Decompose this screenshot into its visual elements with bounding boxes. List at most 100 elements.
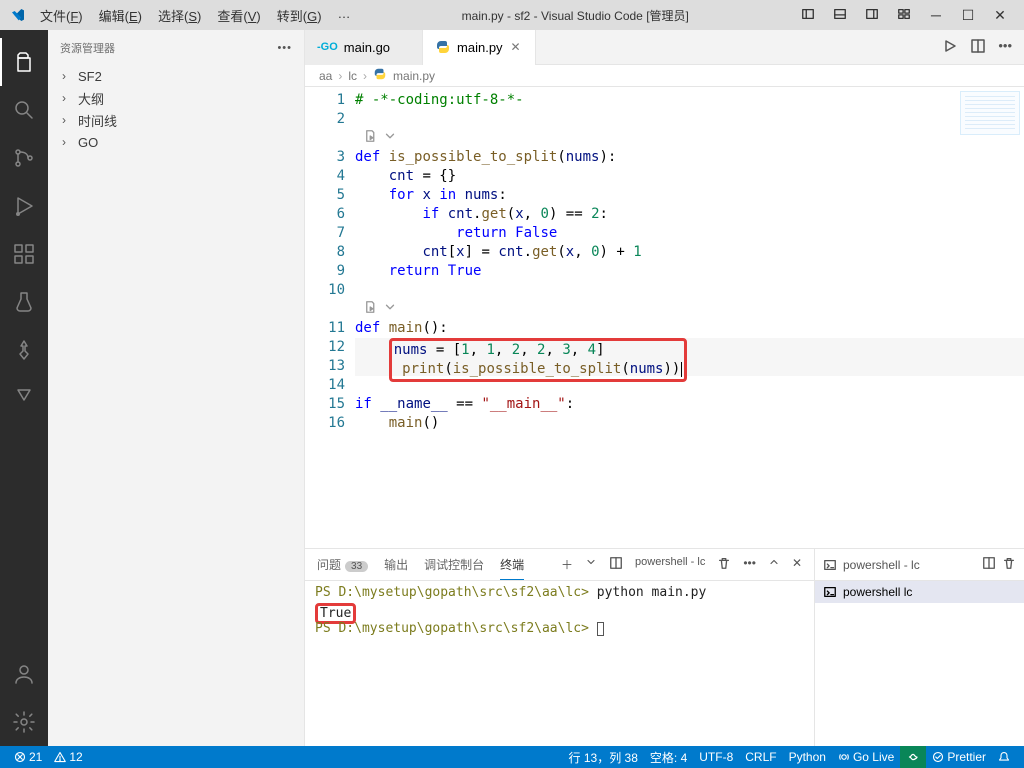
code-line[interactable]	[355, 129, 1024, 148]
code-line[interactable]: return False	[355, 224, 1024, 243]
breadcrumb[interactable]: aa›lc›main.py	[305, 65, 1024, 87]
terminal-dropdown-icon[interactable]	[585, 556, 597, 573]
activity-explorer[interactable]	[0, 38, 48, 86]
status-encoding[interactable]: UTF-8	[693, 746, 739, 768]
maximize-button[interactable]: ☐	[954, 7, 982, 24]
panel-tab[interactable]: 问题33	[317, 550, 368, 579]
panel-tab[interactable]: 终端	[500, 550, 524, 580]
panel-close-icon[interactable]: ✕	[792, 556, 802, 573]
panel-more-icon[interactable]: •••	[743, 556, 756, 573]
activity-testing[interactable]	[0, 278, 48, 326]
code-line[interactable]: for x in nums:	[355, 186, 1024, 205]
code-line[interactable]: return True	[355, 262, 1024, 281]
python-file-icon	[373, 67, 387, 81]
tab-label: main.py	[457, 40, 503, 55]
status-cursor[interactable]: 行 13，列 38	[563, 746, 644, 768]
status-go-live[interactable]: Go Live	[832, 746, 900, 768]
panel-tab-label: 终端	[500, 558, 524, 572]
activity-bookmark[interactable]	[0, 374, 48, 422]
activity-account[interactable]	[0, 650, 48, 698]
code-line[interactable]	[355, 110, 1024, 129]
minimize-button[interactable]: ─	[922, 7, 950, 23]
new-terminal-icon[interactable]: ＋	[561, 556, 573, 573]
panel-maximize-icon[interactable]	[768, 556, 780, 573]
panel-tabs: 问题33输出调试控制台终端 ＋ powershell - lc ••• ✕	[305, 549, 814, 581]
activity-bar	[0, 30, 48, 746]
sidebar-section-label: GO	[78, 135, 98, 150]
status-ext-icon[interactable]	[900, 746, 926, 768]
terminal-list: powershell - lc powershell lc	[814, 549, 1024, 746]
terminal-list-item[interactable]: powershell lc	[815, 581, 1024, 603]
layout-sidebar-right-icon[interactable]	[858, 7, 886, 24]
activity-search[interactable]	[0, 86, 48, 134]
menu-item[interactable]: 选择(S)	[152, 4, 207, 27]
vscode-logo-icon	[10, 7, 26, 23]
activity-run-debug[interactable]	[0, 182, 48, 230]
sidebar-section[interactable]: ›GO	[48, 131, 304, 153]
status-bar: 21 12 行 13，列 38 空格: 4 UTF-8 CRLF Python …	[0, 746, 1024, 768]
split-editor-icon[interactable]	[970, 38, 986, 57]
terminal-line: True	[315, 603, 804, 621]
split-terminal-icon[interactable]	[982, 556, 996, 573]
code-line[interactable]: if __name__ == "__main__":	[355, 395, 1024, 414]
editor-tab[interactable]: main.py ✕	[423, 30, 536, 65]
code-line[interactable]: def is_possible_to_split(nums):	[355, 148, 1024, 167]
code-line[interactable]: def main():	[355, 319, 1024, 338]
status-warnings[interactable]: 12	[48, 746, 88, 768]
panel-tab[interactable]: 输出	[384, 550, 408, 579]
kill-terminal-icon[interactable]	[717, 556, 731, 573]
status-prettier[interactable]: Prettier	[926, 746, 992, 768]
kill-terminal-icon[interactable]	[1002, 556, 1016, 573]
code-line[interactable]	[355, 300, 1024, 319]
status-spaces[interactable]: 空格: 4	[644, 746, 693, 768]
panel-tab-label: 调试控制台	[424, 558, 484, 572]
activity-extensions[interactable]	[0, 230, 48, 278]
code-line[interactable]: if cnt.get(x, 0) == 2:	[355, 205, 1024, 224]
chevron-right-icon: ›	[62, 113, 74, 127]
code-line[interactable]: nums = [1, 1, 2, 2, 3, 4] print(is_possi…	[355, 338, 1024, 376]
code-line[interactable]: cnt = {}	[355, 167, 1024, 186]
code-line[interactable]: # -*-coding:utf-8-*-	[355, 91, 1024, 110]
breadcrumb-item[interactable]: aa	[319, 69, 332, 83]
menu-item[interactable]: 转到(G)	[271, 4, 328, 27]
close-tab-icon[interactable]: ✕	[509, 40, 523, 54]
sidebar-section[interactable]: › 大纲	[48, 87, 304, 109]
split-terminal-icon[interactable]	[609, 556, 623, 573]
layout-panel-icon[interactable]	[826, 7, 854, 24]
sidebar-section-label: 大纲	[78, 89, 104, 108]
menu-overflow[interactable]: …	[332, 4, 357, 27]
breadcrumb-item[interactable]: lc	[348, 69, 357, 83]
code-line[interactable]: main()	[355, 414, 1024, 433]
menu-item[interactable]: 查看(V)	[211, 4, 266, 27]
sidebar-section[interactable]: ›时间线	[48, 109, 304, 131]
sidebar-more-icon[interactable]: •••	[277, 42, 292, 54]
terminal[interactable]: PS D:\mysetup\gopath\src\sf2\aa\lc> pyth…	[305, 581, 814, 746]
status-eol[interactable]: CRLF	[739, 746, 782, 768]
status-errors[interactable]: 21	[8, 746, 48, 768]
editor-tabs: -GOmain.go main.py ✕ •••	[305, 30, 1024, 65]
activity-settings[interactable]	[0, 698, 48, 746]
run-file-icon[interactable]	[942, 38, 958, 57]
status-notifications-icon[interactable]	[992, 746, 1016, 768]
menu-item[interactable]: 编辑(E)	[93, 4, 148, 27]
more-actions-icon[interactable]: •••	[998, 38, 1012, 57]
editor-tab[interactable]: -GOmain.go	[305, 30, 423, 65]
menu-item[interactable]: 文件(F)	[34, 4, 89, 27]
close-button[interactable]: ✕	[986, 7, 1014, 24]
sidebar-section[interactable]: ›SF2	[48, 65, 304, 87]
code-editor[interactable]: 12345678910111213141516 # -*-coding:utf-…	[305, 87, 1024, 548]
layout-sidebar-left-icon[interactable]	[794, 7, 822, 24]
customize-layout-icon[interactable]	[890, 7, 918, 24]
code-line[interactable]	[355, 376, 1024, 395]
sidebar-title: 资源管理器	[60, 40, 115, 56]
code-line[interactable]: cnt[x] = cnt.get(x, 0) + 1	[355, 243, 1024, 262]
activity-source-control[interactable]	[0, 134, 48, 182]
breadcrumb-item[interactable]: main.py	[393, 69, 435, 83]
code-line[interactable]	[355, 281, 1024, 300]
minimap[interactable]	[960, 91, 1020, 135]
layout-controls: ─ ☐ ✕	[794, 7, 1014, 24]
activity-go[interactable]	[0, 326, 48, 374]
chevron-right-icon: ›	[62, 91, 74, 105]
panel-tab[interactable]: 调试控制台	[424, 550, 484, 579]
status-language[interactable]: Python	[783, 746, 832, 768]
